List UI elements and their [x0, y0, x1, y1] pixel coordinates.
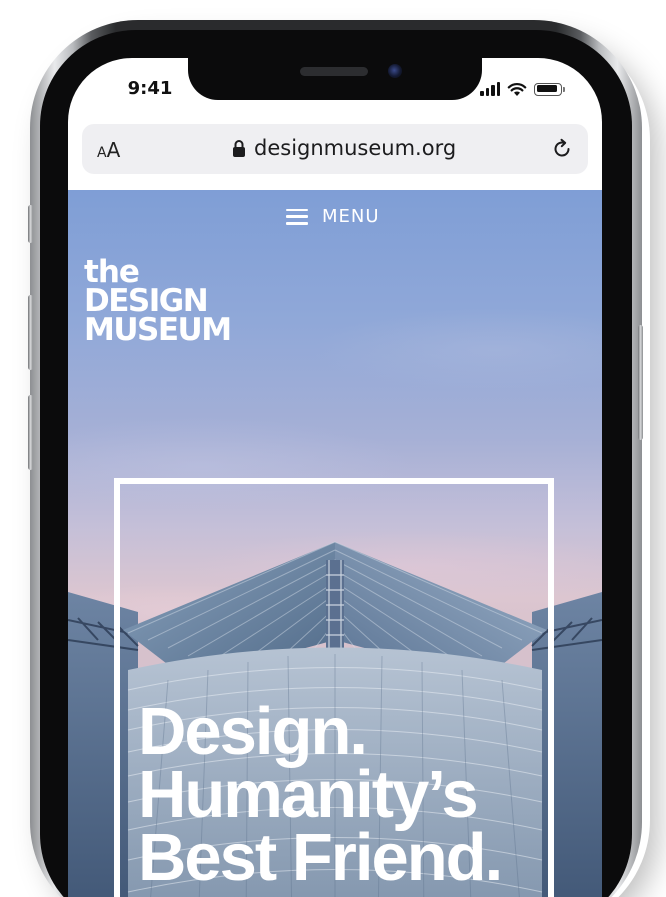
front-camera — [388, 64, 402, 78]
text-size-small-glyph: A — [97, 145, 107, 161]
menu-button[interactable]: MENU — [286, 206, 380, 227]
hamburger-icon — [286, 208, 308, 225]
lock-icon — [233, 139, 245, 157]
signal-icon — [480, 82, 500, 96]
web-content: MENU the DESIGN MUSEUM Design. Humanity’… — [68, 190, 602, 897]
side-button-volume-down — [28, 395, 33, 470]
hero-headline: Design. Humanity’s Best Friend. — [138, 694, 503, 895]
url-field[interactable]: designmuseum.org — [232, 136, 456, 160]
battery-icon — [534, 82, 565, 96]
side-button-power — [638, 325, 643, 440]
speaker-grille — [300, 67, 368, 76]
side-button-silent — [28, 205, 33, 243]
text-size-button[interactable]: A A — [97, 138, 120, 162]
status-icons — [480, 80, 565, 98]
menu-label: MENU — [322, 206, 380, 227]
side-button-volume-up — [28, 295, 33, 370]
reload-icon[interactable] — [550, 137, 574, 161]
notch — [188, 58, 482, 100]
logo-line-3: MUSEUM — [84, 312, 232, 348]
url-text: designmuseum.org — [254, 136, 457, 160]
headline-line-1: Design. — [138, 694, 368, 769]
wifi-icon — [507, 82, 527, 96]
site-logo[interactable]: the DESIGN MUSEUM — [84, 257, 232, 348]
headline-line-2: Humanity’s — [138, 757, 479, 832]
status-time: 9:41 — [127, 78, 173, 99]
text-size-big-glyph: A — [106, 138, 121, 162]
address-bar[interactable]: A A designmuseum.org — [82, 124, 588, 174]
screen: 9:41 A A designmuseum.org MENU the DESIG… — [68, 58, 602, 897]
headline-line-3: Best Friend. — [138, 820, 503, 895]
